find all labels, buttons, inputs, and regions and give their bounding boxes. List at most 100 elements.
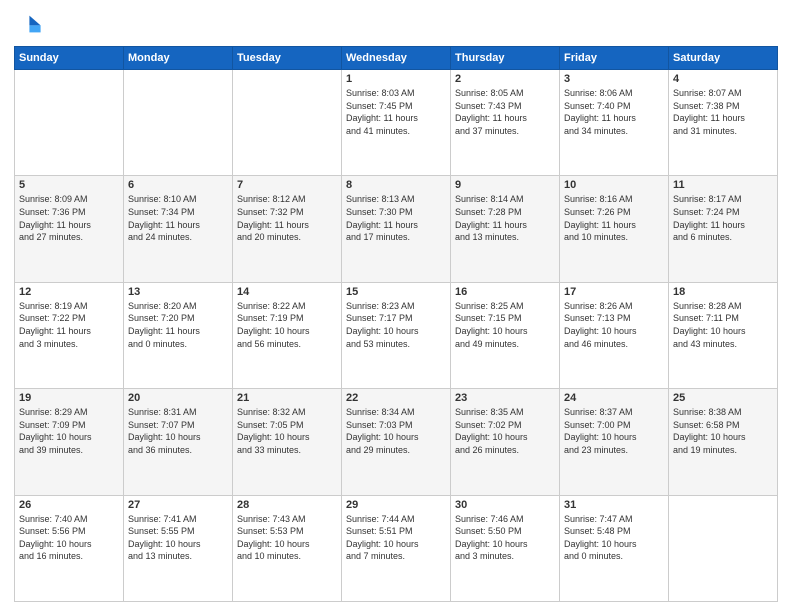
day-number: 13: [128, 286, 228, 298]
cell-content: Sunrise: 8:06 AM Sunset: 7:40 PM Dayligh…: [564, 87, 664, 137]
cell-content: Sunrise: 8:23 AM Sunset: 7:17 PM Dayligh…: [346, 300, 446, 350]
calendar-cell: [124, 70, 233, 176]
day-number: 23: [455, 392, 555, 404]
calendar-cell: 10 Sunrise: 8:16 AM Sunset: 7:26 PM Dayli…: [560, 176, 669, 282]
day-number: 28: [237, 499, 337, 511]
cell-content: Sunrise: 8:03 AM Sunset: 7:45 PM Dayligh…: [346, 87, 446, 137]
cell-content: Sunrise: 8:38 AM Sunset: 6:58 PM Dayligh…: [673, 406, 773, 456]
cell-content: Sunrise: 8:05 AM Sunset: 7:43 PM Dayligh…: [455, 87, 555, 137]
logo-icon: [14, 10, 42, 38]
day-number: 18: [673, 286, 773, 298]
cell-content: Sunrise: 8:16 AM Sunset: 7:26 PM Dayligh…: [564, 193, 664, 243]
calendar-cell: 24Sunrise: 8:37 AM Sunset: 7:00 PM Dayli…: [560, 389, 669, 495]
calendar-cell: 3Sunrise: 8:06 AM Sunset: 7:40 PM Daylig…: [560, 70, 669, 176]
cell-content: Sunrise: 8:34 AM Sunset: 7:03 PM Dayligh…: [346, 406, 446, 456]
cell-content: Sunrise: 7:44 AM Sunset: 5:51 PM Dayligh…: [346, 513, 446, 563]
calendar-cell: 19Sunrise: 8:29 AM Sunset: 7:09 PM Dayli…: [15, 389, 124, 495]
calendar-cell: 2Sunrise: 8:05 AM Sunset: 7:43 PM Daylig…: [451, 70, 560, 176]
cell-content: Sunrise: 8:32 AM Sunset: 7:05 PM Dayligh…: [237, 406, 337, 456]
cell-content: Sunrise: 8:17 AM Sunset: 7:24 PM Dayligh…: [673, 193, 773, 243]
day-number: 26: [19, 499, 119, 511]
cell-content: Sunrise: 8:12 AM Sunset: 7:32 PM Dayligh…: [237, 193, 337, 243]
calendar-cell: 12Sunrise: 8:19 AM Sunset: 7:22 PM Dayli…: [15, 282, 124, 388]
calendar-cell: 17 Sunrise: 8:26 AM Sunset: 7:13 PM Dayli…: [560, 282, 669, 388]
calendar-cell: 22Sunrise: 8:34 AM Sunset: 7:03 PM Dayli…: [342, 389, 451, 495]
cell-content: Sunrise: 7:41 AM Sunset: 5:55 PM Dayligh…: [128, 513, 228, 563]
day-number: 8: [346, 179, 446, 191]
day-number: 14: [237, 286, 337, 298]
day-number: 12: [19, 286, 119, 298]
logo: [14, 10, 46, 38]
day-number: 25: [673, 392, 773, 404]
day-header-sunday: Sunday: [15, 47, 124, 70]
day-number: 4: [673, 73, 773, 85]
header: [14, 10, 778, 38]
cell-content: Sunrise: 7:40 AM Sunset: 5:56 PM Dayligh…: [19, 513, 119, 563]
cell-content: Sunrise: 7:43 AM Sunset: 5:53 PM Dayligh…: [237, 513, 337, 563]
day-number: 27: [128, 499, 228, 511]
week-row-5: 26 Sunrise: 7:40 AM Sunset: 5:56 PM Dayli…: [15, 495, 778, 601]
week-row-2: 5Sunrise: 8:09 AM Sunset: 7:36 PM Daylig…: [15, 176, 778, 282]
page: SundayMondayTuesdayWednesdayThursdayFrid…: [0, 0, 792, 612]
cell-content: Sunrise: 8:22 AM Sunset: 7:19 PM Dayligh…: [237, 300, 337, 350]
calendar-cell: 30 Sunrise: 7:46 AM Sunset: 5:50 PM Dayli…: [451, 495, 560, 601]
day-number: 16: [455, 286, 555, 298]
day-number: 7: [237, 179, 337, 191]
calendar-cell: 7 Sunrise: 8:12 AM Sunset: 7:32 PM Daylig…: [233, 176, 342, 282]
calendar-cell: 11 Sunrise: 8:17 AM Sunset: 7:24 PM Dayli…: [669, 176, 778, 282]
cell-content: Sunrise: 8:28 AM Sunset: 7:11 PM Dayligh…: [673, 300, 773, 350]
calendar-cell: 28 Sunrise: 7:43 AM Sunset: 5:53 PM Dayli…: [233, 495, 342, 601]
day-number: 6: [128, 179, 228, 191]
day-header-wednesday: Wednesday: [342, 47, 451, 70]
cell-content: Sunrise: 8:07 AM Sunset: 7:38 PM Dayligh…: [673, 87, 773, 137]
calendar-cell: 13 Sunrise: 8:20 AM Sunset: 7:20 PM Dayli…: [124, 282, 233, 388]
calendar-cell: 16 Sunrise: 8:25 AM Sunset: 7:15 PM Dayli…: [451, 282, 560, 388]
week-row-3: 12Sunrise: 8:19 AM Sunset: 7:22 PM Dayli…: [15, 282, 778, 388]
calendar-cell: 15 Sunrise: 8:23 AM Sunset: 7:17 PM Dayli…: [342, 282, 451, 388]
day-number: 11: [673, 179, 773, 191]
day-number: 31: [564, 499, 664, 511]
day-number: 15: [346, 286, 446, 298]
cell-content: Sunrise: 8:13 AM Sunset: 7:30 PM Dayligh…: [346, 193, 446, 243]
calendar-cell: 4 Sunrise: 8:07 AM Sunset: 7:38 PM Daylig…: [669, 70, 778, 176]
day-number: 30: [455, 499, 555, 511]
cell-content: Sunrise: 8:25 AM Sunset: 7:15 PM Dayligh…: [455, 300, 555, 350]
calendar-cell: 20 Sunrise: 8:31 AM Sunset: 7:07 PM Dayli…: [124, 389, 233, 495]
calendar-cell: 25 Sunrise: 8:38 AM Sunset: 6:58 PM Dayli…: [669, 389, 778, 495]
day-header-tuesday: Tuesday: [233, 47, 342, 70]
cell-content: Sunrise: 8:35 AM Sunset: 7:02 PM Dayligh…: [455, 406, 555, 456]
calendar-cell: 1Sunrise: 8:03 AM Sunset: 7:45 PM Daylig…: [342, 70, 451, 176]
day-header-thursday: Thursday: [451, 47, 560, 70]
calendar-body: 1Sunrise: 8:03 AM Sunset: 7:45 PM Daylig…: [15, 70, 778, 602]
day-number: 5: [19, 179, 119, 191]
calendar-header: SundayMondayTuesdayWednesdayThursdayFrid…: [15, 47, 778, 70]
day-header-saturday: Saturday: [669, 47, 778, 70]
day-number: 10: [564, 179, 664, 191]
week-row-4: 19Sunrise: 8:29 AM Sunset: 7:09 PM Dayli…: [15, 389, 778, 495]
day-number: 19: [19, 392, 119, 404]
calendar-cell: [669, 495, 778, 601]
cell-content: Sunrise: 8:37 AM Sunset: 7:00 PM Dayligh…: [564, 406, 664, 456]
day-number: 17: [564, 286, 664, 298]
day-number: 9: [455, 179, 555, 191]
calendar-cell: 26 Sunrise: 7:40 AM Sunset: 5:56 PM Dayli…: [15, 495, 124, 601]
calendar-cell: 6Sunrise: 8:10 AM Sunset: 7:34 PM Daylig…: [124, 176, 233, 282]
calendar-cell: [15, 70, 124, 176]
calendar-cell: 21 Sunrise: 8:32 AM Sunset: 7:05 PM Dayli…: [233, 389, 342, 495]
calendar-cell: 31 Sunrise: 7:47 AM Sunset: 5:48 PM Dayli…: [560, 495, 669, 601]
calendar-cell: 9 Sunrise: 8:14 AM Sunset: 7:28 PM Daylig…: [451, 176, 560, 282]
calendar-cell: [233, 70, 342, 176]
calendar-cell: 8 Sunrise: 8:13 AM Sunset: 7:30 PM Daylig…: [342, 176, 451, 282]
cell-content: Sunrise: 8:31 AM Sunset: 7:07 PM Dayligh…: [128, 406, 228, 456]
calendar-cell: 23 Sunrise: 8:35 AM Sunset: 7:02 PM Dayli…: [451, 389, 560, 495]
cell-content: Sunrise: 7:46 AM Sunset: 5:50 PM Dayligh…: [455, 513, 555, 563]
day-number: 20: [128, 392, 228, 404]
calendar-cell: 29Sunrise: 7:44 AM Sunset: 5:51 PM Dayli…: [342, 495, 451, 601]
day-number: 21: [237, 392, 337, 404]
cell-content: Sunrise: 8:26 AM Sunset: 7:13 PM Dayligh…: [564, 300, 664, 350]
cell-content: Sunrise: 8:14 AM Sunset: 7:28 PM Dayligh…: [455, 193, 555, 243]
cell-content: Sunrise: 7:47 AM Sunset: 5:48 PM Dayligh…: [564, 513, 664, 563]
cell-content: Sunrise: 8:20 AM Sunset: 7:20 PM Dayligh…: [128, 300, 228, 350]
calendar-cell: 5Sunrise: 8:09 AM Sunset: 7:36 PM Daylig…: [15, 176, 124, 282]
day-header-friday: Friday: [560, 47, 669, 70]
